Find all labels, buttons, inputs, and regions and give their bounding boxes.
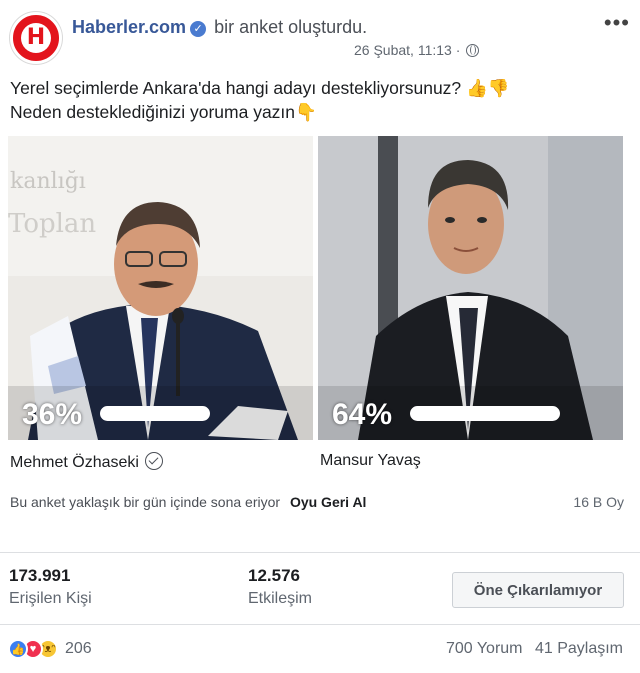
- divider: [0, 624, 640, 625]
- undo-vote-button[interactable]: Oyu Geri Al: [290, 494, 367, 510]
- poll-option-2[interactable]: 64%: [318, 136, 623, 440]
- shares-link[interactable]: 41 Paylaşım: [535, 640, 623, 657]
- option-1-name: Mehmet Özhaseki: [10, 454, 139, 471]
- reach-stat: 173.991 Erişilen Kişi: [9, 566, 92, 608]
- post-header: H Haberler.com ✓ bir anket oluşturdu. 26 …: [8, 10, 632, 66]
- question-line-2: Neden desteklediğinizi yoruma yazın👇: [10, 102, 317, 122]
- poll-footer: Bu anket yaklaşık bir gün içinde sona er…: [10, 494, 624, 510]
- question-line-1: Yerel seçimlerde Ankara'da hangi adayı d…: [10, 78, 510, 98]
- verified-badge-icon: ✓: [190, 21, 207, 37]
- candidate-2-photo: [318, 136, 623, 440]
- engagement-value: 12.576: [248, 566, 300, 585]
- backdrop-text-1: kanlığı: [10, 169, 86, 194]
- boost-button[interactable]: Öne Çıkarılamıyor: [452, 572, 624, 608]
- like-reaction-icon: 👍: [8, 639, 28, 659]
- logo-mark: H: [21, 23, 51, 53]
- reactions-summary[interactable]: 👍 ♥ ᵔᴥᵔ 206: [8, 638, 92, 660]
- reach-label: Erişilen Kişi: [9, 590, 92, 607]
- option-2-percent: 64%: [332, 398, 393, 431]
- logo-letter: H: [26, 25, 46, 50]
- vote-count[interactable]: 16 B Oy: [573, 494, 624, 510]
- post-card: H Haberler.com ✓ bir anket oluşturdu. 26 …: [0, 0, 640, 673]
- option-1-label[interactable]: Mehmet Özhaseki: [10, 452, 163, 472]
- backdrop-text-2: Toplan: [8, 209, 96, 239]
- more-options-icon[interactable]: •••: [604, 12, 630, 34]
- comments-link[interactable]: 700 Yorum: [446, 640, 523, 657]
- option-1-result-bar: [100, 406, 210, 421]
- post-author-line: Haberler.com ✓ bir anket oluşturdu.: [72, 17, 367, 38]
- poll-option-1[interactable]: kanlığı Toplan 36%: [8, 136, 313, 440]
- reach-value: 173.991: [9, 566, 71, 585]
- option-1-percent: 36%: [22, 398, 83, 431]
- post-action-text: bir anket oluşturdu.: [214, 17, 368, 37]
- engagement-label: Etkileşim: [248, 590, 313, 607]
- post-timestamp[interactable]: 26 Şubat, 11:13 ·: [354, 42, 460, 58]
- page-avatar[interactable]: H: [10, 12, 62, 64]
- divider: [0, 552, 640, 553]
- poll-end-text: Bu anket yaklaşık bir gün içinde sona er…: [10, 494, 281, 510]
- option-2-result-bar: [410, 406, 560, 421]
- poll-question: Yerel seçimlerde Ankara'da hangi adayı d…: [10, 76, 630, 124]
- option-2-label[interactable]: Mansur Yavaş: [320, 452, 421, 470]
- selected-check-icon: [144, 452, 163, 470]
- engagement-links: 700 Yorum 41 Paylaşım: [446, 640, 623, 658]
- page-name-link[interactable]: Haberler.com: [72, 17, 186, 37]
- option-2-name: Mansur Yavaş: [320, 452, 421, 469]
- reaction-count: 206: [65, 640, 92, 657]
- post-meta: 26 Şubat, 11:13 ·: [354, 42, 480, 58]
- globe-icon[interactable]: [466, 44, 480, 57]
- engagement-stat: 12.576 Etkileşim: [248, 566, 312, 608]
- candidate-1-photo: kanlığı Toplan: [8, 136, 313, 440]
